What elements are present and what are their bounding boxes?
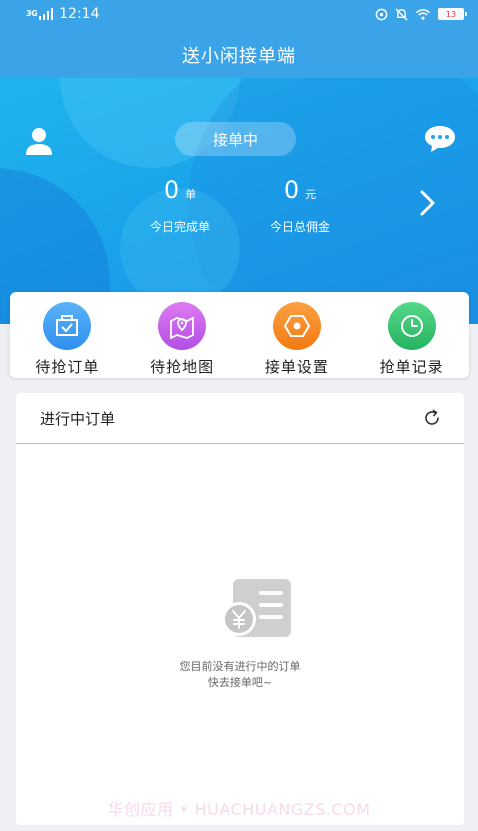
accepting-status-button[interactable]: 接单中 (175, 122, 296, 156)
status-bar: 3G 12:14 13 (0, 0, 478, 28)
today-commission-value: 0 (283, 176, 300, 204)
user-profile-icon[interactable] (24, 126, 54, 156)
mute-bell-icon (395, 7, 408, 21)
order-map-button[interactable]: 待抢地图 (125, 292, 240, 378)
order-map-label: 待抢地图 (150, 358, 215, 376)
today-commission-unit: 元 (305, 188, 317, 201)
empty-orders-line1: 您目前没有进行中的订单 (179, 660, 301, 673)
watermark: 华创应用 • HUACHUANGZS.COM (107, 800, 371, 819)
dashboard-hero: 接单中 0单 今日完成单 0元 今日总佣金 (0, 78, 478, 324)
quick-actions: 待抢订单 待抢地图 接单设置 抢单记录 (10, 292, 469, 378)
grab-history-button[interactable]: 抢单记录 (354, 292, 469, 378)
pending-orders-button[interactable]: 待抢订单 (10, 292, 125, 378)
status-time: 12:14 (59, 6, 100, 22)
in-progress-orders-panel: 进行中订单 您目前没有进行中的订单 快去接单吧~ (16, 393, 464, 825)
accept-settings-label: 接单设置 (264, 358, 329, 376)
today-completed-value: 0 (163, 176, 180, 204)
pending-orders-label: 待抢订单 (35, 358, 100, 376)
in-progress-orders-header: 进行中订单 (16, 393, 464, 444)
today-completed-unit: 单 (185, 188, 197, 201)
clock-icon (387, 302, 436, 350)
in-progress-orders-title: 进行中订单 (40, 409, 116, 428)
battery-indicator: 13 (438, 8, 467, 20)
chevron-right-icon[interactable] (418, 188, 438, 218)
map-pin-icon (158, 302, 207, 350)
today-commission-label: 今日总佣金 (269, 220, 330, 234)
page-title: 送小闲接单端 (182, 46, 296, 67)
app-header: 3G 12:14 13 送小闲接单端 (0, 0, 478, 78)
settings-hex-icon (272, 302, 321, 350)
today-completed-stat: 0单 今日完成单 (135, 176, 225, 235)
today-commission-stat: 0元 今日总佣金 (255, 176, 345, 235)
location-icon (375, 8, 388, 20)
battery-level: 13 (445, 9, 457, 19)
accepting-status-label: 接单中 (212, 130, 258, 149)
today-completed-label: 今日完成单 (149, 220, 210, 234)
network-indicator: 3G (26, 9, 38, 18)
grab-history-label: 抢单记录 (379, 358, 444, 376)
refresh-icon[interactable] (422, 408, 442, 428)
empty-orders-message: 您目前没有进行中的订单 快去接单吧~ (16, 659, 464, 691)
empty-orders-line2: 快去接单吧~ (207, 676, 273, 689)
accept-settings-button[interactable]: 接单设置 (240, 292, 355, 378)
wifi-icon (416, 8, 430, 20)
message-icon[interactable] (423, 124, 457, 154)
empty-orders-icon (222, 579, 291, 637)
signal-icon (39, 8, 54, 20)
order-box-icon (43, 302, 92, 350)
